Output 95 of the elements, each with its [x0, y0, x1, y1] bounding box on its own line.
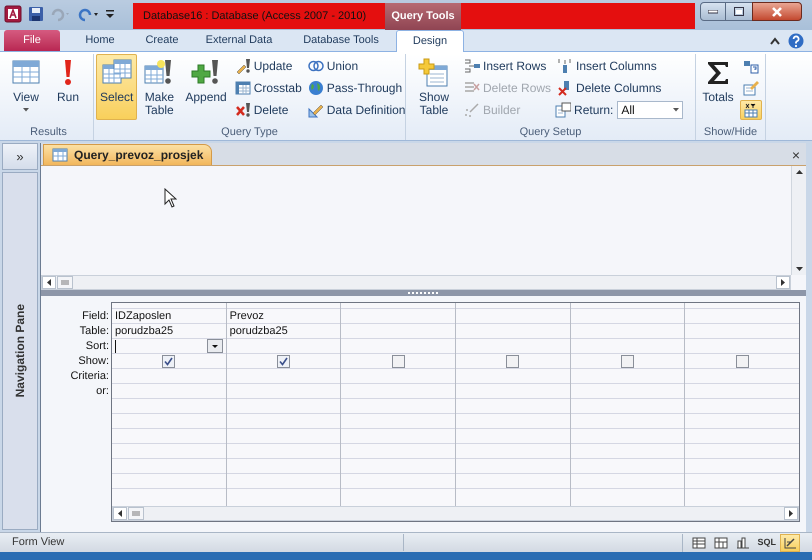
pencil-exclamation-icon	[234, 58, 251, 74]
ribbon-tab[interactable]: Home	[68, 30, 132, 51]
status-text: Form View	[0, 534, 404, 551]
exclamation-icon	[64, 60, 72, 84]
document-tab[interactable]: Query_prevoz_prosjek	[43, 144, 212, 165]
query-icon	[52, 148, 68, 162]
datasheet-view-icon	[691, 534, 708, 550]
sheet-pencil-icon	[743, 80, 759, 96]
ribbon-button[interactable]: Insert Columns	[555, 56, 684, 76]
ribbon-button[interactable]: Delete	[232, 100, 304, 120]
sql-view-button[interactable]: SQL	[755, 534, 778, 552]
horizontal-scrollbar[interactable]	[112, 506, 799, 521]
checked-checkbox[interactable]	[162, 354, 176, 368]
ribbon-button[interactable]: Update	[232, 56, 304, 76]
grid-row-label: Criteria:	[70, 369, 109, 384]
group-label: Query Type	[221, 124, 278, 140]
checked-checkbox[interactable]	[277, 354, 290, 368]
vertical-scrollbar[interactable]	[791, 166, 806, 275]
checkbox[interactable]	[736, 354, 749, 368]
view-switch-button[interactable]	[780, 534, 800, 552]
checkbox[interactable]	[621, 354, 634, 368]
ribbon-button[interactable]: Show Table	[408, 54, 460, 120]
pivot-table-icon	[713, 534, 730, 550]
group-label: Results	[30, 124, 67, 140]
save-icon[interactable]	[28, 6, 44, 22]
ribbon-tab[interactable]: External Data	[192, 30, 286, 51]
grid-row-label: or:	[96, 384, 109, 399]
ribbon-tab[interactable]: Create	[132, 30, 192, 51]
restore-button[interactable]	[726, 2, 752, 21]
grid-row-label: Field:	[82, 309, 109, 324]
insert-columns-icon	[557, 58, 574, 74]
ribbon-button[interactable]: View	[6, 54, 46, 120]
ribbon-button[interactable]: Insert Rows	[462, 56, 554, 76]
grid-row-label: Table:	[80, 324, 109, 339]
grid-row-label: Show:	[78, 354, 109, 369]
checkbox[interactable]	[392, 354, 405, 368]
navigation-pane-label: Navigation Pane	[12, 304, 28, 398]
ribbon-button[interactable]: Totals	[698, 54, 738, 120]
rings-icon	[308, 58, 324, 74]
ribbon-button[interactable]: Crosstab	[232, 78, 304, 98]
pivot-chart-icon	[735, 534, 752, 550]
sort-cell[interactable]	[112, 339, 226, 354]
column-headers-icon	[743, 102, 759, 118]
ribbon-tab[interactable]: File	[4, 30, 60, 51]
ribbon-button[interactable]: Data Definition	[306, 100, 408, 120]
ribbon-button[interactable]: Delete Columns	[555, 78, 684, 98]
dropdown-arrow-icon	[23, 108, 29, 112]
insert-rows-icon	[464, 58, 480, 74]
return-label[interactable]: Return:	[555, 101, 614, 119]
table-value[interactable]: porudzba25	[230, 322, 288, 340]
field-value[interactable]: Prevoz	[230, 308, 264, 324]
restore-icon	[734, 7, 744, 16]
text-cursor	[115, 340, 116, 352]
globe-icon	[308, 80, 324, 96]
horizontal-scrollbar[interactable]	[41, 275, 791, 290]
cross-exclamation-icon	[234, 102, 251, 118]
grid-row-label: Sort:	[86, 339, 109, 354]
checkbox[interactable]	[506, 354, 520, 368]
expand-pane-button[interactable]: »	[2, 143, 38, 170]
dropdown-value: All	[621, 102, 635, 119]
close-button[interactable]	[752, 2, 802, 21]
ruler-pencil-icon	[308, 102, 324, 118]
property-sheet-icon	[743, 58, 759, 74]
minimize-icon	[708, 10, 718, 14]
wand-icon	[464, 102, 480, 118]
plus-sheet-icon	[418, 57, 450, 87]
close-tab-button[interactable]: ×	[792, 145, 800, 165]
ribbon-button[interactable]: Select	[96, 54, 138, 120]
ribbon-button[interactable]: Make Table	[139, 54, 180, 120]
return-icon	[555, 102, 572, 118]
ribbon-icon-button[interactable]	[740, 100, 762, 120]
crosstab-icon	[234, 80, 251, 96]
minimize-button[interactable]	[700, 2, 726, 21]
ribbon-button[interactable]: Pass-Through	[306, 78, 408, 98]
collapse-ribbon-icon[interactable]	[770, 37, 780, 45]
redo-icon[interactable]	[78, 6, 100, 22]
table-value[interactable]: porudzba25	[115, 322, 174, 340]
customize-icon[interactable]	[106, 7, 114, 21]
help-icon[interactable]	[788, 33, 804, 49]
return-dropdown[interactable]: All	[617, 101, 684, 119]
group-label: Query Setup	[520, 124, 582, 140]
mouse-pointer-icon	[164, 188, 177, 208]
dropdown-arrow-icon	[673, 108, 680, 112]
ribbon-button[interactable]: Run	[48, 54, 88, 120]
ribbon-button[interactable]: Union	[306, 56, 408, 76]
navigation-pane-bar[interactable]: Navigation Pane	[2, 172, 38, 530]
window-title: Database16 : Database (Access 2007 - 2010)	[143, 8, 366, 24]
contextual-tab-label: Query Tools	[385, 3, 461, 30]
ribbon-button[interactable]: Append	[181, 54, 231, 120]
ribbon-tab[interactable]: Design	[396, 30, 464, 52]
app-icon	[4, 5, 22, 23]
field-value[interactable]: IDZaposlen	[115, 308, 172, 324]
close-icon	[771, 6, 783, 16]
group-label: Show/Hide	[704, 124, 758, 140]
ribbon-tab[interactable]: Database Tools	[286, 30, 396, 51]
